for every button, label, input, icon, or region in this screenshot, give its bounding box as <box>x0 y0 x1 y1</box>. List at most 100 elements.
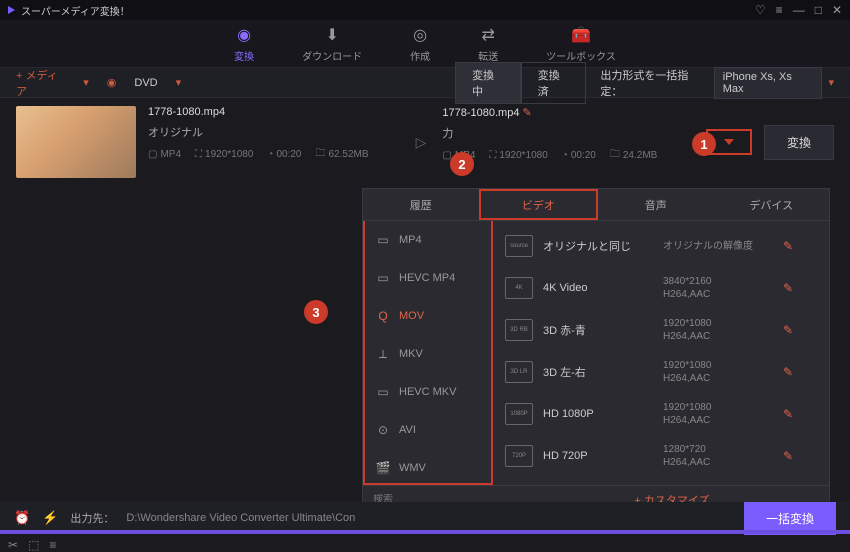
add-media-button[interactable]: + メディア <box>16 67 65 99</box>
input-resolution: ⛶ 1920*1080 <box>195 149 253 160</box>
preset-item[interactable]: 3D LR3D 左-右1920*1080H264,AAC✎ <box>493 351 829 393</box>
annotation-1: 1 <box>692 132 716 156</box>
input-format: ▢ MP4 <box>148 149 181 160</box>
accent-bar <box>0 530 850 534</box>
format-item-mp4[interactable]: ▭MP4 <box>365 221 491 259</box>
annotation-3: 3 <box>304 300 328 324</box>
format-icon: ▭ <box>375 385 391 399</box>
annotation-2: 2 <box>450 152 474 176</box>
format-panel: 履歴 ビデオ 音声 デバイス ▭MP4▭HEVC MP4QMOV⟂MKV▭HEV… <box>362 188 830 514</box>
tab-toolbox[interactable]: 🧰 ツールボックス <box>546 25 616 63</box>
format-item-mov[interactable]: QMOV <box>365 297 491 335</box>
output-size: 🗀 24.2MB <box>610 147 657 164</box>
toolbox-icon: 🧰 <box>571 25 591 45</box>
preset-item[interactable]: 4K4K Video3840*2160H264,AAC✎ <box>493 267 829 309</box>
tab-transfer[interactable]: ⇄ 転送 <box>478 25 498 63</box>
format-label: HEVC MKV <box>399 386 456 398</box>
add-media-dropdown-icon[interactable]: ▾ <box>83 76 89 89</box>
format-icon: ▭ <box>375 233 391 247</box>
seg-converting[interactable]: 変換中 <box>455 62 521 104</box>
tab-label: 作成 <box>410 48 430 63</box>
format-icon: ⊙ <box>375 423 391 437</box>
output-info: 1778-1080.mp4 ✎ 力 ▢ MP4 ⛶ 1920*1080 ◔ 00… <box>442 106 694 178</box>
titlebar: スーパーメディア変換！ ♡ ≡ — □ ✕ <box>0 0 850 20</box>
output-resolution: ⛶ 1920*1080 <box>489 150 547 161</box>
maximize-icon[interactable]: □ <box>815 3 822 17</box>
file-row: ✂ ⬚ ≡ 1778-1080.mp4 オリジナル ▢ MP4 ⛶ 1920*1… <box>0 98 850 186</box>
format-item-hevc-mkv[interactable]: ▭ HEVC MKV <box>365 373 491 411</box>
dvd-button[interactable]: DVD <box>134 77 157 89</box>
preset-item[interactable]: 1080PHD 1080P1920*1080H264,AAC✎ <box>493 393 829 435</box>
panel-tab-device[interactable]: デバイス <box>714 189 830 220</box>
menu-icon[interactable]: ≡ <box>776 3 783 17</box>
dvd-dropdown-icon[interactable]: ▾ <box>176 76 182 89</box>
preset-res: オリジナルの解像度 <box>663 240 773 253</box>
user-icon[interactable]: ♡ <box>755 3 766 17</box>
alarm-icon[interactable]: ⏰ <box>14 510 30 526</box>
tab-convert[interactable]: ◉ 変換 <box>234 25 254 63</box>
download-icon: ⬇ <box>325 25 338 45</box>
crop-icon[interactable]: ⬚ <box>28 538 39 552</box>
panel-tab-video[interactable]: ビデオ <box>479 189 599 220</box>
toolbar: + メディア ▾ ◉ DVD ▾ 変換中 変換済 出力形式を一括指定： iPho… <box>0 68 850 98</box>
preset-icon: 3D LR <box>505 361 533 383</box>
preset-name: 3D 左-右 <box>543 364 653 380</box>
preset-name: HD 720P <box>543 450 653 462</box>
preset-name: 3D 赤-青 <box>543 322 653 338</box>
edit-preset-icon[interactable]: ✎ <box>783 239 793 253</box>
disc-icon: ◎ <box>413 25 427 45</box>
output-path-label: 出力先： <box>70 510 114 526</box>
panel-tab-audio[interactable]: 音声 <box>598 189 714 220</box>
format-item-hevc-mp4[interactable]: ▭ HEVC MP4 <box>365 259 491 297</box>
format-item-wmv[interactable]: 🎬WMV <box>365 449 491 485</box>
speed-icon[interactable]: ⚡ <box>42 510 58 526</box>
format-icon: ▭ <box>375 271 391 285</box>
seg-converted[interactable]: 変換済 <box>521 62 587 104</box>
preset-item[interactable]: 3D RB3D 赤-青1920*1080H264,AAC✎ <box>493 309 829 351</box>
settings-icon[interactable]: ≡ <box>49 538 56 552</box>
tab-download[interactable]: ⬇ ダウンロード <box>302 25 362 63</box>
arrow-icon: ▷ <box>412 134 431 151</box>
close-icon[interactable]: ✕ <box>832 3 842 17</box>
convert-button[interactable]: 変換 <box>764 125 834 160</box>
preset-icon: 1080P <box>505 403 533 425</box>
preset-item[interactable]: sourceオリジナルと同じオリジナルの解像度✎ <box>493 225 829 267</box>
output-filename: 1778-1080.mp4 ✎ <box>442 106 694 119</box>
input-info: 1778-1080.mp4 オリジナル ▢ MP4 ⛶ 1920*1080 ◔ … <box>148 106 400 178</box>
preset-res: 1920*1080H264,AAC <box>663 401 773 427</box>
output-path[interactable]: D:\Wondershare Video Converter Ultimate\… <box>126 512 732 524</box>
output-duration: ◔ 00:20 <box>562 150 596 161</box>
chevron-down-icon[interactable]: ▾ <box>828 76 834 89</box>
batch-format-select[interactable]: iPhone Xs, Xs Max <box>714 67 823 99</box>
minimize-icon[interactable]: — <box>793 3 805 17</box>
format-icon: Q <box>375 309 391 323</box>
cut-icon[interactable]: ✂ <box>8 538 18 552</box>
format-list: ▭MP4▭HEVC MP4QMOV⟂MKV▭HEVC MKV⊙AVI🎬WMV <box>363 221 493 485</box>
format-label: AVI <box>399 424 416 436</box>
batch-format-label: 出力形式を一括指定： <box>600 67 707 99</box>
panel-tab-history[interactable]: 履歴 <box>363 189 479 220</box>
preset-item[interactable]: 720PHD 720P1280*720H264,AAC✎ <box>493 435 829 477</box>
format-label: MKV <box>399 348 423 360</box>
edit-icon[interactable]: ✎ <box>523 107 532 119</box>
format-item-mkv[interactable]: ⟂ MKV <box>365 335 491 373</box>
tab-label: ツールボックス <box>546 48 616 63</box>
format-item-avi[interactable]: ⊙ AVI <box>365 411 491 449</box>
input-filename: 1778-1080.mp4 <box>148 106 400 118</box>
input-size: 🗀 62.52MB <box>315 146 368 163</box>
preset-res: 3840*2160H264,AAC <box>663 275 773 301</box>
format-icon: ⟂ <box>375 347 391 362</box>
preset-name: 4K Video <box>543 282 653 294</box>
tab-label: 変換 <box>234 48 254 63</box>
edit-preset-icon[interactable]: ✎ <box>783 281 793 295</box>
edit-preset-icon[interactable]: ✎ <box>783 407 793 421</box>
edit-preset-icon[interactable]: ✎ <box>783 323 793 337</box>
edit-preset-icon[interactable]: ✎ <box>783 449 793 463</box>
convert-icon: ◉ <box>237 25 251 45</box>
video-thumbnail[interactable] <box>16 106 136 178</box>
format-label: HEVC MP4 <box>399 272 455 284</box>
input-label: オリジナル <box>148 124 400 140</box>
edit-preset-icon[interactable]: ✎ <box>783 365 793 379</box>
app-logo-icon <box>8 6 15 14</box>
tab-create[interactable]: ◎ 作成 <box>410 25 430 63</box>
